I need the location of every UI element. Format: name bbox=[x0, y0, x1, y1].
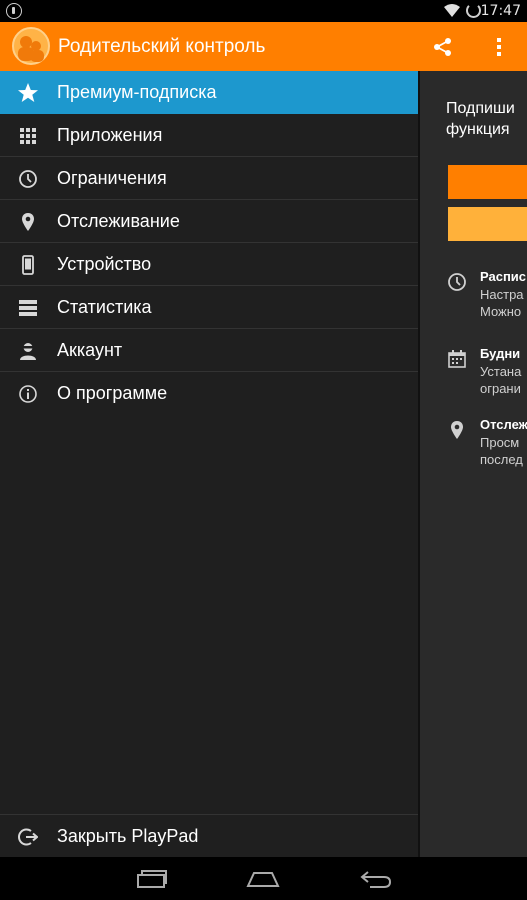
clock-icon bbox=[446, 271, 468, 293]
drawer-item-about[interactable]: О программе bbox=[0, 372, 418, 415]
share-icon[interactable] bbox=[430, 34, 456, 60]
apps-grid-icon bbox=[17, 125, 39, 147]
status-bar: 17:47 bbox=[0, 0, 527, 22]
drawer-item-statistics[interactable]: Статистика bbox=[0, 286, 418, 329]
system-nav-bar bbox=[0, 857, 527, 900]
drawer-item-apps[interactable]: Приложения bbox=[0, 114, 418, 157]
stats-list-icon bbox=[17, 297, 39, 319]
info-icon bbox=[17, 383, 39, 405]
drawer-item-limits[interactable]: Ограничения bbox=[0, 157, 418, 200]
app-bar: Родительский контроль bbox=[0, 22, 527, 71]
drawer-item-premium[interactable]: Премиум-подписка bbox=[0, 71, 418, 114]
close-playpad-row[interactable]: Закрыть PlayPad bbox=[0, 815, 418, 858]
drawer-item-close-playpad[interactable]: Закрыть PlayPad bbox=[0, 814, 418, 857]
home-icon[interactable] bbox=[243, 867, 283, 891]
location-pin-icon bbox=[17, 211, 39, 233]
clock-time: 17:47 bbox=[480, 3, 521, 19]
subscribe-button-primary[interactable] bbox=[448, 165, 527, 199]
clock-icon bbox=[17, 168, 39, 190]
recent-apps-icon[interactable] bbox=[132, 867, 172, 891]
phone-icon bbox=[17, 254, 39, 276]
calendar-icon bbox=[446, 348, 468, 370]
drawer-item-account[interactable]: Аккаунт bbox=[0, 329, 418, 372]
navigation-drawer: Премиум-подписка Приложения Ограничения … bbox=[0, 71, 420, 857]
exit-icon bbox=[17, 826, 39, 848]
more-vert-icon[interactable] bbox=[486, 34, 512, 60]
app-title: Родительский контроль bbox=[58, 36, 266, 57]
back-icon[interactable] bbox=[356, 867, 396, 891]
wifi-icon bbox=[444, 4, 460, 17]
notification-icon bbox=[6, 3, 22, 19]
main-content: Подпиши функция Распис Настра Можно Будн… bbox=[420, 71, 527, 857]
subscribe-button-secondary[interactable] bbox=[448, 207, 527, 241]
star-icon bbox=[17, 82, 39, 104]
app-logo-icon[interactable] bbox=[12, 27, 50, 65]
sync-icon bbox=[466, 3, 481, 18]
subscription-headline: Подпиши функция bbox=[446, 100, 515, 138]
person-icon bbox=[17, 340, 39, 362]
drawer-item-device[interactable]: Устройство bbox=[0, 243, 418, 286]
location-pin-icon bbox=[446, 419, 468, 441]
drawer-item-tracking[interactable]: Отслеживание bbox=[0, 200, 418, 243]
